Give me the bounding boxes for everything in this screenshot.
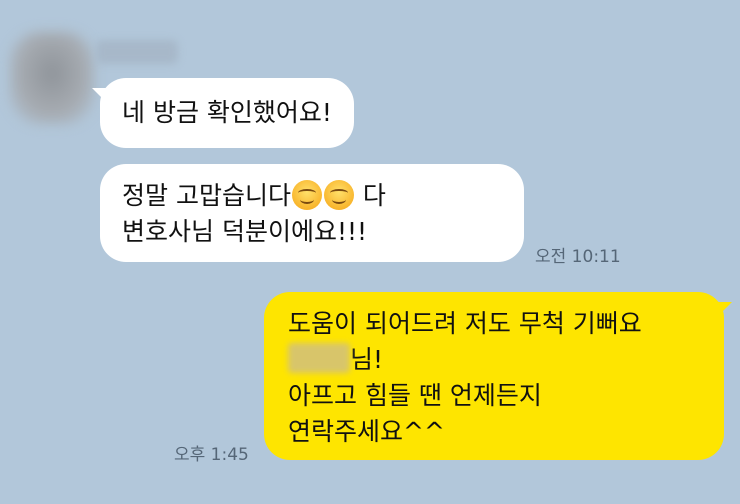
smiling-emoji-icon bbox=[291, 180, 322, 210]
message-line: 도움이 되어드려 저도 무척 기뻐요 bbox=[288, 309, 642, 338]
message-timestamp: 오전 10:11 bbox=[535, 247, 621, 267]
smiling-emoji-icon bbox=[323, 180, 354, 210]
message-bubble-incoming-2[interactable]: 정말 고맙습니다 다 변호사님 덕분이에요!!! bbox=[100, 164, 524, 262]
message-text: 네 방금 확인했어요! bbox=[122, 98, 332, 127]
redacted-name bbox=[288, 343, 350, 373]
message-line: 연락주세요^^ bbox=[288, 417, 445, 446]
message-text: 다 bbox=[354, 181, 386, 210]
message-text: 정말 고맙습니다 bbox=[122, 181, 291, 210]
sender-name bbox=[96, 40, 178, 64]
message-line: 정말 고맙습니다 다 bbox=[122, 178, 502, 214]
message-line: 변호사님 덕분이에요!!! bbox=[122, 217, 368, 246]
sender-avatar[interactable] bbox=[10, 32, 94, 124]
message-bubble-outgoing[interactable]: 도움이 되어드려 저도 무척 기뻐요 님! 아프고 힘들 땐 언제든지 연락주세… bbox=[264, 292, 732, 460]
message-line: 아프고 힘들 땐 언제든지 bbox=[288, 381, 542, 410]
message-timestamp: 오후 1:45 bbox=[174, 445, 249, 465]
message-bubble-incoming-1[interactable]: 네 방금 확인했어요! bbox=[92, 78, 354, 148]
message-line: 님! bbox=[288, 342, 700, 378]
message-text: 님! bbox=[350, 345, 384, 374]
